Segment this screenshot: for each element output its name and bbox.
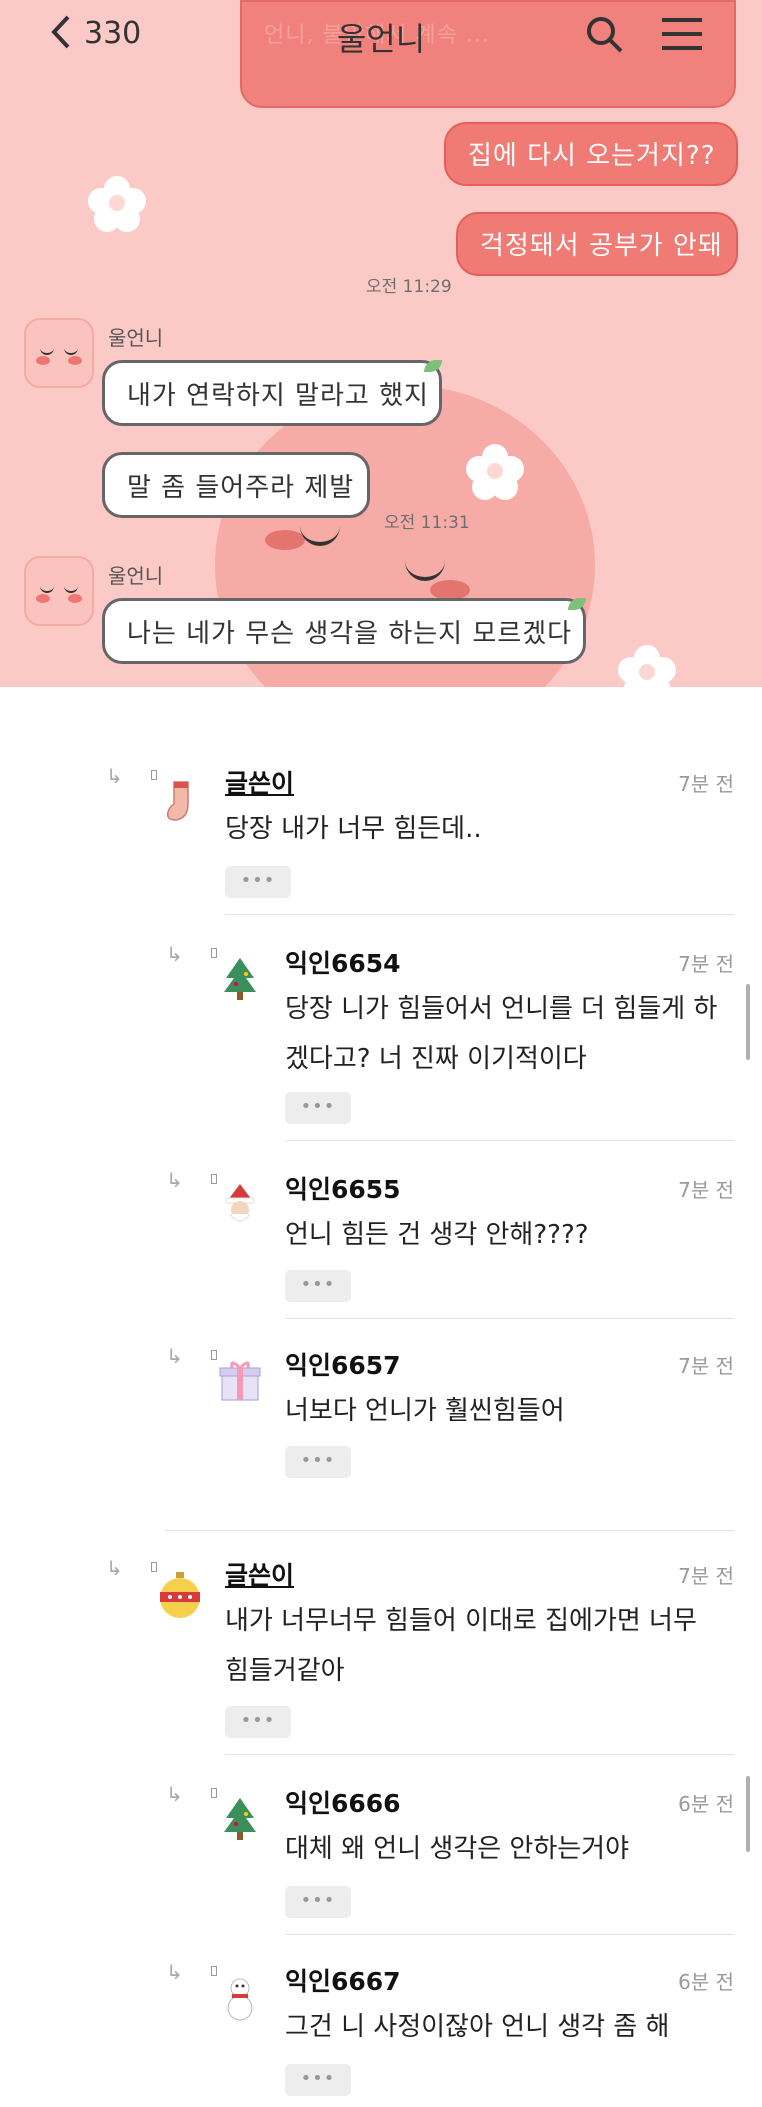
comment-time: 7분 전 (678, 952, 734, 976)
snowman-icon (216, 1974, 264, 2022)
comment-more-button[interactable]: ••• (225, 1706, 291, 1738)
comment-more-button[interactable]: ••• (285, 1092, 351, 1124)
comment-time: 6분 전 (678, 1792, 734, 1816)
comment-text: 당장 내가 너무 힘든데.. (225, 814, 482, 844)
scrollbar-thumb[interactable] (746, 1776, 750, 1852)
flower-decoration (466, 444, 524, 502)
comment-text: 겠다고? 너 진짜 이기적이다 (285, 1044, 587, 1074)
comment-text: 당장 니가 힘들어서 언니를 더 힘들게 하 (285, 994, 718, 1024)
search-icon[interactable] (584, 14, 624, 58)
sender-name: 울언니 (108, 564, 164, 588)
flower-decoration (88, 176, 146, 234)
comment-more-button[interactable]: ••• (285, 1886, 351, 1918)
comment-text: 너보다 언니가 훨씬힘들어 (285, 1396, 565, 1426)
avatar[interactable] (24, 556, 94, 626)
chat-title: 울언니 (336, 20, 426, 58)
comment-author[interactable]: 익인6666 (285, 1784, 401, 1820)
reply-arrow-icon: ↳ (106, 1556, 123, 1580)
sock-icon (156, 778, 204, 826)
avatar[interactable] (24, 318, 94, 388)
reply-arrow-icon: ↳ (166, 1960, 183, 1984)
comment-more-button[interactable]: ••• (225, 866, 291, 898)
comment-author[interactable]: 글쓴이 (225, 764, 294, 800)
peach-blush-right (430, 580, 470, 600)
divider (285, 1140, 734, 1141)
reply-arrow-icon: ↳ (166, 1344, 183, 1368)
comment-text: 대체 왜 언니 생각은 안하는거야 (285, 1834, 630, 1864)
comment-author[interactable]: 익인6657 (285, 1346, 401, 1382)
comment-text: 내가 너무너무 힘들어 이대로 집에가면 너무 (225, 1606, 697, 1636)
comment-time: 7분 전 (678, 1564, 734, 1588)
my-message-bubble: 집에 다시 오는거지?? (444, 122, 738, 186)
comment-more-button[interactable]: ••• (285, 2064, 351, 2096)
divider (165, 1530, 734, 1531)
reply-arrow-icon: ↳ (166, 1782, 183, 1806)
tree-icon (216, 1796, 264, 1844)
their-message-bubble: 말 좀 들어주라 제발 (102, 452, 370, 518)
flower-decoration (618, 645, 676, 687)
divider (285, 1934, 734, 1935)
ornament-icon (156, 1570, 204, 1618)
gift-icon (216, 1358, 264, 1406)
their-message-bubble: 내가 연락하지 말라고 했지 (102, 360, 442, 426)
chat-screenshot: 언니, 불안해서 계속 ... 330 울언니 집에 다시 오는거지?? 걱정돼… (0, 0, 762, 687)
tree-icon (216, 956, 264, 1004)
comment-author[interactable]: 익인6655 (285, 1170, 401, 1206)
santa-icon (216, 1182, 264, 1230)
comment-time: 7분 전 (678, 1178, 734, 1202)
comment-time: 7분 전 (678, 1354, 734, 1378)
sender-name: 울언니 (108, 326, 164, 350)
message-time: 오전 11:31 (384, 513, 470, 533)
comment-author[interactable]: 글쓴이 (225, 1556, 294, 1592)
reply-arrow-icon: ↳ (166, 1168, 183, 1192)
divider (285, 1318, 734, 1319)
menu-icon[interactable] (660, 14, 704, 58)
comment-text: 언니 힘든 건 생각 안해???? (285, 1220, 589, 1250)
peach-blush-left (265, 530, 305, 550)
divider (225, 1754, 734, 1755)
comment-author[interactable]: 익인6667 (285, 1962, 401, 1998)
comment-text: 그건 니 사정이잖아 언니 생각 좀 해 (285, 2012, 670, 2042)
scrollbar-thumb[interactable] (746, 984, 750, 1060)
message-time: 오전 11:29 (366, 277, 452, 297)
comment-more-button[interactable]: ••• (285, 1270, 351, 1302)
my-message-bubble: 걱정돼서 공부가 안돼 (456, 212, 738, 276)
comment-time: 6분 전 (678, 1970, 734, 1994)
reply-arrow-icon: ↳ (166, 942, 183, 966)
comment-text: 힘들거같아 (225, 1656, 345, 1686)
comment-time: 7분 전 (678, 772, 734, 796)
chat-header: 330 울언니 (0, 0, 762, 70)
comment-more-button[interactable]: ••• (285, 1446, 351, 1478)
divider (225, 914, 734, 915)
their-message-bubble: 나는 네가 무슨 생각을 하는지 모르겠다 (102, 598, 586, 664)
reply-arrow-icon: ↳ (106, 764, 123, 788)
comment-author[interactable]: 익인6654 (285, 944, 401, 980)
